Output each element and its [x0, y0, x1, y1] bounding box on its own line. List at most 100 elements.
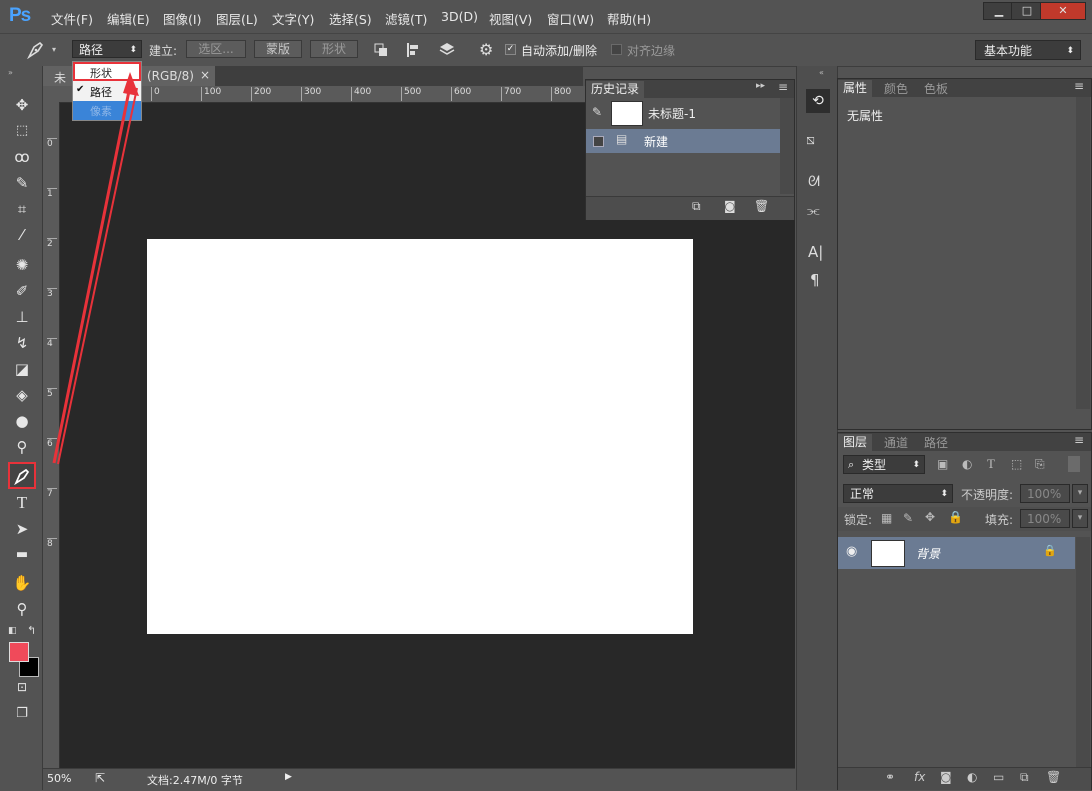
history-source-checkbox[interactable]: [593, 136, 604, 147]
collapse-panel-icon[interactable]: ▸▸: [756, 81, 765, 91]
brush-panel-icon[interactable]: ᘛ: [808, 174, 820, 190]
tool-preset-arrow-icon[interactable]: ▾: [52, 45, 56, 54]
panel-menu-icon[interactable]: ≡: [1074, 79, 1084, 93]
lock-all-icon[interactable]: 🔒: [948, 510, 963, 524]
move-tool-icon[interactable]: ✥: [11, 94, 33, 116]
eraser-tool-icon[interactable]: ◪: [11, 358, 33, 380]
camera-icon[interactable]: ◙: [724, 199, 736, 213]
swap-colors-icon[interactable]: ↰: [27, 624, 36, 637]
paint-bucket-tool-icon[interactable]: ◈: [11, 384, 33, 406]
menu-select[interactable]: 选择(S): [329, 9, 372, 28]
tab-layers[interactable]: 图层: [838, 434, 873, 451]
healing-brush-tool-icon[interactable]: ✺: [11, 254, 33, 276]
collapse-icon[interactable]: »: [8, 68, 13, 77]
filter-toggle[interactable]: [1068, 456, 1080, 472]
fill-dropdown-icon[interactable]: ▾: [1072, 509, 1088, 528]
screen-mode-icon[interactable]: ❐: [11, 703, 33, 725]
rectangle-tool-icon[interactable]: ▬: [11, 544, 33, 566]
adjustments-panel-icon[interactable]: ⫘: [807, 203, 820, 219]
lock-image-icon[interactable]: ✎: [903, 511, 913, 525]
tab-channels[interactable]: 通道: [884, 434, 908, 451]
pen-icon[interactable]: [26, 41, 46, 59]
menu-3d[interactable]: 3D(D): [441, 9, 478, 24]
smart-object-filter-icon[interactable]: ⎘: [1035, 457, 1045, 472]
zoom-tool-icon[interactable]: ⚲: [11, 598, 33, 620]
history-snapshot[interactable]: ✎ 未标题-1: [586, 98, 780, 128]
eyedropper-tool-icon[interactable]: ⁄: [11, 224, 33, 246]
path-selection-tool-icon[interactable]: ➤: [11, 518, 33, 540]
opacity-dropdown-icon[interactable]: ▾: [1072, 484, 1088, 503]
layer-name[interactable]: 背景: [916, 545, 940, 562]
close-button[interactable]: ✕: [1040, 2, 1086, 20]
eye-icon[interactable]: ◉: [846, 544, 857, 559]
marquee-tool-icon[interactable]: ⬚: [11, 120, 33, 142]
panel-menu-icon[interactable]: ≡: [1074, 433, 1084, 447]
tab-swatches[interactable]: 色板: [924, 80, 948, 97]
trash-icon[interactable]: 🗑: [754, 199, 769, 213]
path-operations-icon[interactable]: [374, 43, 388, 57]
quick-mask-icon[interactable]: ⊡: [11, 676, 33, 698]
menu-window[interactable]: 窗口(W): [547, 9, 594, 28]
quick-selection-tool-icon[interactable]: ✎: [11, 172, 33, 194]
zoom-level[interactable]: 50%: [47, 772, 71, 785]
properties-scrollbar[interactable]: [1076, 97, 1090, 409]
auto-add-delete-checkbox[interactable]: ✓: [505, 44, 516, 55]
layer-row[interactable]: ◉ 背景 🔒: [838, 537, 1075, 569]
tab-color[interactable]: 颜色: [884, 80, 908, 97]
menu-file[interactable]: 文件(F): [51, 9, 93, 28]
type-filter-icon[interactable]: T: [987, 456, 995, 472]
pen-mode-select[interactable]: 路径 ⬍: [72, 40, 142, 58]
layer-filter-select[interactable]: ⌕ 类型 ⬍: [843, 455, 925, 474]
menu-layer[interactable]: 图层(L): [216, 9, 258, 28]
paragraph-panel-icon[interactable]: ¶: [810, 271, 820, 289]
menu-help[interactable]: 帮助(H): [607, 9, 651, 28]
make-mask-button[interactable]: 蒙版: [254, 40, 302, 58]
tab-paths[interactable]: 路径: [924, 434, 948, 451]
menu-image[interactable]: 图像(I): [163, 9, 201, 28]
tab-properties[interactable]: 属性: [838, 80, 873, 97]
layers-scrollbar[interactable]: [1076, 537, 1090, 767]
adjustment-filter-icon[interactable]: ◐: [962, 457, 972, 471]
foreground-color-swatch[interactable]: [9, 642, 29, 662]
fill-input[interactable]: 100%: [1020, 509, 1070, 528]
make-selection-button[interactable]: 选区...: [186, 40, 246, 58]
blend-mode-select[interactable]: 正常 ⬍: [843, 484, 953, 503]
history-scrollbar[interactable]: [780, 98, 794, 194]
history-brush-source-icon[interactable]: ✎: [592, 105, 602, 119]
default-colors-icon[interactable]: ◧: [8, 626, 17, 636]
collapse-icon[interactable]: «: [819, 68, 824, 77]
share-icon[interactable]: ⇱: [95, 771, 105, 785]
path-alignment-icon[interactable]: [405, 42, 421, 58]
maximize-button[interactable]: □: [1011, 2, 1043, 20]
dodge-tool-icon[interactable]: ⚲: [11, 436, 33, 458]
brush-tool-icon[interactable]: ✐: [11, 280, 33, 302]
pen-tool-highlight[interactable]: [8, 462, 36, 489]
lock-position-icon[interactable]: ✥: [925, 510, 935, 524]
document-canvas[interactable]: [147, 239, 693, 634]
align-edges-checkbox[interactable]: [611, 44, 622, 55]
menu-type[interactable]: 文字(Y): [272, 9, 314, 28]
document-close-icon[interactable]: ×: [200, 68, 210, 82]
shape-filter-icon[interactable]: ⬚: [1011, 457, 1022, 471]
menu-view[interactable]: 视图(V): [489, 9, 532, 28]
make-shape-button[interactable]: 形状: [310, 40, 358, 58]
history-panel-icon[interactable]: ⟲: [806, 89, 830, 113]
type-tool-icon[interactable]: T: [11, 492, 33, 514]
history-item-new[interactable]: ▤ 新建: [586, 129, 780, 153]
path-arrangement-icon[interactable]: [438, 42, 456, 58]
opacity-input[interactable]: 100%: [1020, 484, 1070, 503]
fx-icon[interactable]: fx: [914, 770, 925, 784]
crop-tool-icon[interactable]: ⌗: [11, 198, 33, 220]
menu-filter[interactable]: 滤镜(T): [385, 9, 427, 28]
blur-tool-icon[interactable]: ●: [11, 410, 33, 432]
tab-history[interactable]: 历史记录: [586, 81, 645, 98]
brush-presets-panel-icon[interactable]: ⧅: [806, 132, 815, 148]
clone-stamp-tool-icon[interactable]: ⊥: [11, 306, 33, 328]
character-panel-icon[interactable]: A|: [808, 243, 823, 261]
menu-edit[interactable]: 编辑(E): [107, 9, 150, 28]
new-layer-icon[interactable]: ⧉: [1020, 770, 1029, 785]
panel-menu-icon[interactable]: ≡: [778, 80, 788, 94]
status-menu-arrow-icon[interactable]: ▶: [285, 772, 292, 782]
adjustment-layer-icon[interactable]: ◐: [967, 770, 977, 784]
gear-icon[interactable]: ⚙: [479, 40, 493, 59]
